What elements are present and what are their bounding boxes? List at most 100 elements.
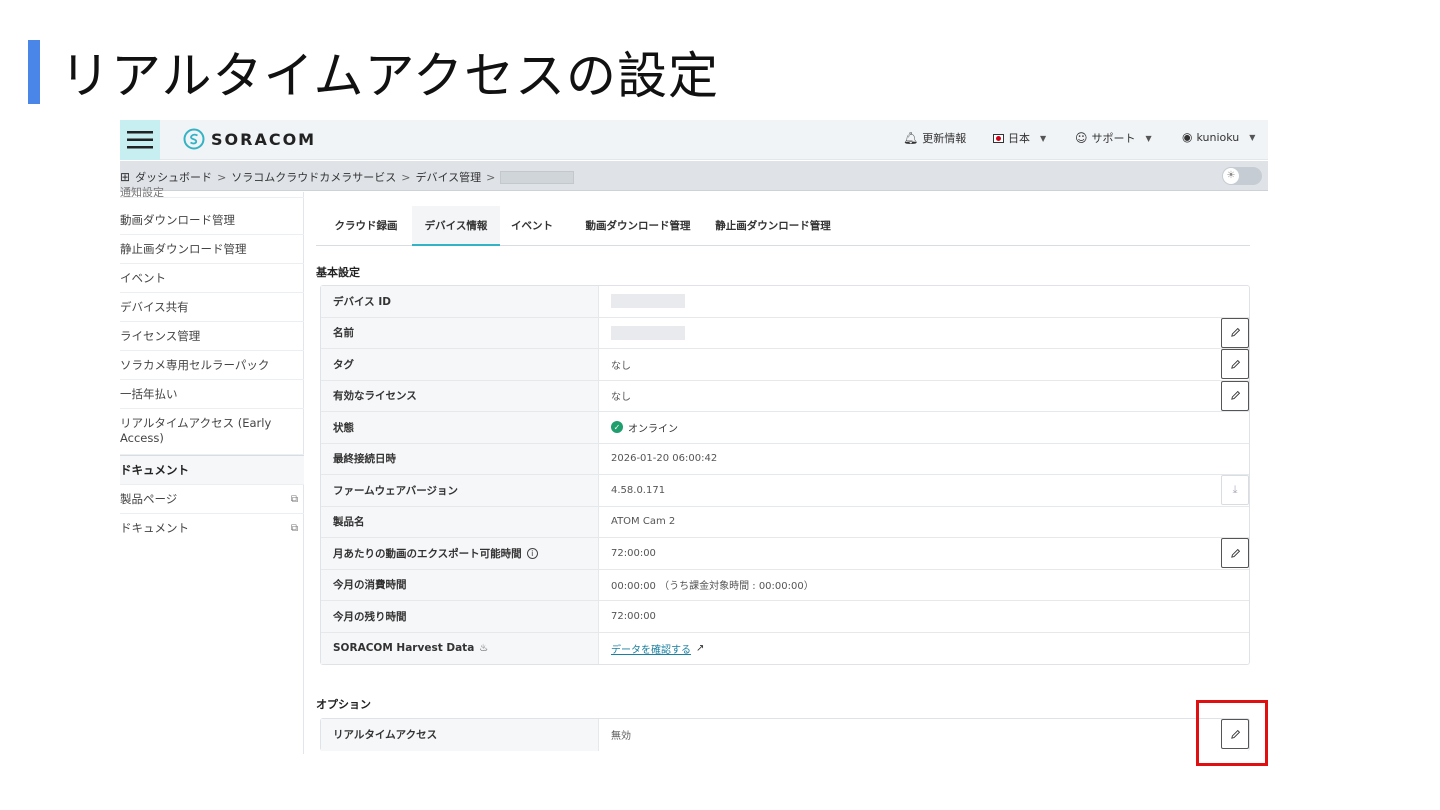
table-row: 今月の消費時間 00:00:00 （うち課金対象時間 : 00:00:00） [321,569,1249,601]
breadcrumb-separator: > [401,170,411,184]
tab-device-info[interactable]: デバイス情報 [412,206,500,246]
sidebar-item-events[interactable]: イベント [120,264,304,293]
row-label: SORACOM Harvest Data [333,642,475,655]
row-label-export-time: 月あたりの動画のエクスポート可能時間 i [321,538,599,569]
theme-toggle[interactable]: ☀ [1222,167,1262,185]
news-label: 更新情報 [922,132,967,145]
table-row: 状態 ✓ オンライン [321,412,1249,444]
sidebar-item-notification[interactable]: 通知設定 [120,184,304,198]
sidebar-item-video-download[interactable]: 動画ダウンロード管理 [120,206,304,235]
basic-settings-table: デバイス ID 名前 タグ なし 有効なライセンス なし 状態 ✓ オンライン … [320,285,1250,665]
sidebar: 通知設定 動画ダウンロード管理 静止画ダウンロード管理 イベント デバイス共有 … [120,186,304,754]
harvest-data-link[interactable]: データを確認する [611,641,691,656]
download-icon: ⤓ [1232,483,1238,496]
options-table: リアルタイムアクセス 無効 [320,718,1250,751]
harvest-icon: ♨ [479,642,489,654]
row-value: 72:00:00 [611,610,656,622]
redacted-value [611,325,685,340]
table-row: 最終接続日時 2026-01-20 06:00:42 [321,443,1249,475]
edit-tags-button[interactable] [1221,349,1249,379]
firmware-update-button[interactable]: ⤓ [1221,475,1249,505]
row-label: 名前 [321,317,599,348]
soracom-logo-icon [183,128,205,150]
check-circle-icon: ✓ [611,421,623,434]
row-value: 4.58.0.171 [611,484,666,496]
row-label: ファームウェアバージョン [321,475,599,506]
row-label: リアルタイムアクセス [321,719,599,751]
menu-button[interactable] [120,120,160,160]
tab-cloud-recording[interactable]: クラウド録画 [322,206,410,246]
pencil-icon [1230,548,1240,558]
breadcrumb-separator: > [217,170,227,184]
bell-icon: 🔔︎ [903,131,919,145]
table-row: デバイス ID [321,286,1249,318]
external-link-icon: ⧉ [290,523,298,534]
soracom-logo[interactable]: SORACOM [183,128,316,150]
breadcrumb-item-service[interactable]: ソラコムクラウドカメラサービス [231,169,396,185]
slide-title: リアルタイムアクセスの設定 [60,47,719,105]
highlight-box [1196,700,1268,766]
tab-video-download[interactable]: 動画ダウンロード管理 [578,206,698,246]
row-label: 今月の消費時間 [321,569,599,600]
breadcrumb-item-dashboard[interactable]: ダッシュボード [135,169,212,185]
sidebar-item-annual-payment[interactable]: 一括年払い [120,380,304,409]
row-label: デバイス ID [321,286,599,317]
row-label: タグ [321,349,599,380]
tab-events[interactable]: イベント [502,206,562,246]
row-value: 72:00:00 [611,547,656,559]
external-link-icon: ⧉ [290,494,298,505]
edit-license-button[interactable] [1221,380,1249,411]
row-value: なし [611,360,631,372]
language-dropdown[interactable]: 日本 ▼ [993,130,1046,146]
user-dropdown[interactable]: ◉ kunioku ▼ [1182,130,1255,144]
row-value: ATOM Cam 2 [611,516,676,528]
sidebar-item-label: 製品ページ [120,492,178,506]
table-row: 月あたりの動画のエクスポート可能時間 i 72:00:00 [321,538,1249,570]
breadcrumb-item-device-management[interactable]: デバイス管理 [416,169,482,185]
breadcrumb: ⊞ ダッシュボード > ソラコムクラウドカメラサービス > デバイス管理 > [120,169,575,185]
row-label: 製品名 [321,506,599,537]
tab-image-download[interactable]: 静止画ダウンロード管理 [708,206,838,246]
row-value: なし [611,392,631,404]
main-content: クラウド録画 デバイス情報 イベント 動画ダウンロード管理 静止画ダウンロード管… [316,192,1256,754]
edit-export-time-button[interactable] [1221,538,1249,568]
row-label: 今月の残り時間 [321,601,599,632]
support-dropdown[interactable]: ☺ サポート ▼ [1075,130,1152,146]
table-row: SORACOM Harvest Data ♨ データを確認する ↗ [321,632,1249,665]
sidebar-item-image-download[interactable]: 静止画ダウンロード管理 [120,235,304,264]
edit-name-button[interactable] [1221,317,1249,348]
sidebar-item-realtime-access[interactable]: リアルタイムアクセス (Early Access) [120,409,304,455]
redacted-value [611,294,685,309]
row-label: 最終接続日時 [321,443,599,474]
row-value-harvest: データを確認する ↗ [611,633,704,665]
sidebar-item-product-page[interactable]: 製品ページ ⧉ [120,485,304,514]
basic-settings-title: 基本設定 [316,266,360,279]
language-label: 日本 [1008,132,1030,145]
row-label: 状態 [321,412,599,443]
news-button[interactable]: 🔔︎ 更新情報 [903,130,966,146]
row-value-device-id [611,286,685,317]
row-value-status: ✓ オンライン [611,412,678,443]
dashboard-icon: ⊞ [120,170,131,184]
breadcrumb-separator: > [486,170,496,184]
pencil-icon [1230,327,1240,337]
table-row: 今月の残り時間 72:00:00 [321,601,1249,633]
row-value: 2026-01-20 06:00:42 [611,453,718,465]
caret-down-icon: ▼ [1249,132,1256,142]
support-icon: ☺ [1075,131,1088,145]
info-icon[interactable]: i [526,547,538,559]
sidebar-item-cellular-pack[interactable]: ソラカメ専用セルラーパック [120,351,304,380]
sidebar-item-license[interactable]: ライセンス管理 [120,322,304,351]
sidebar-item-device-sharing[interactable]: デバイス共有 [120,293,304,322]
caret-down-icon: ▼ [1145,133,1152,143]
user-icon: ◉ [1182,130,1193,144]
sidebar-section-documents: ドキュメント [120,455,304,485]
table-row: 名前 [321,317,1249,349]
breadcrumb-item-device-redacted [500,170,575,184]
user-label: kunioku [1196,130,1240,144]
row-label-harvest: SORACOM Harvest Data ♨ [321,632,599,664]
pencil-icon [1230,390,1240,400]
sidebar-item-documentation[interactable]: ドキュメント ⧉ [120,514,304,543]
sidebar-item-label: ドキュメント [120,521,189,535]
options-title: オプション [316,698,371,711]
